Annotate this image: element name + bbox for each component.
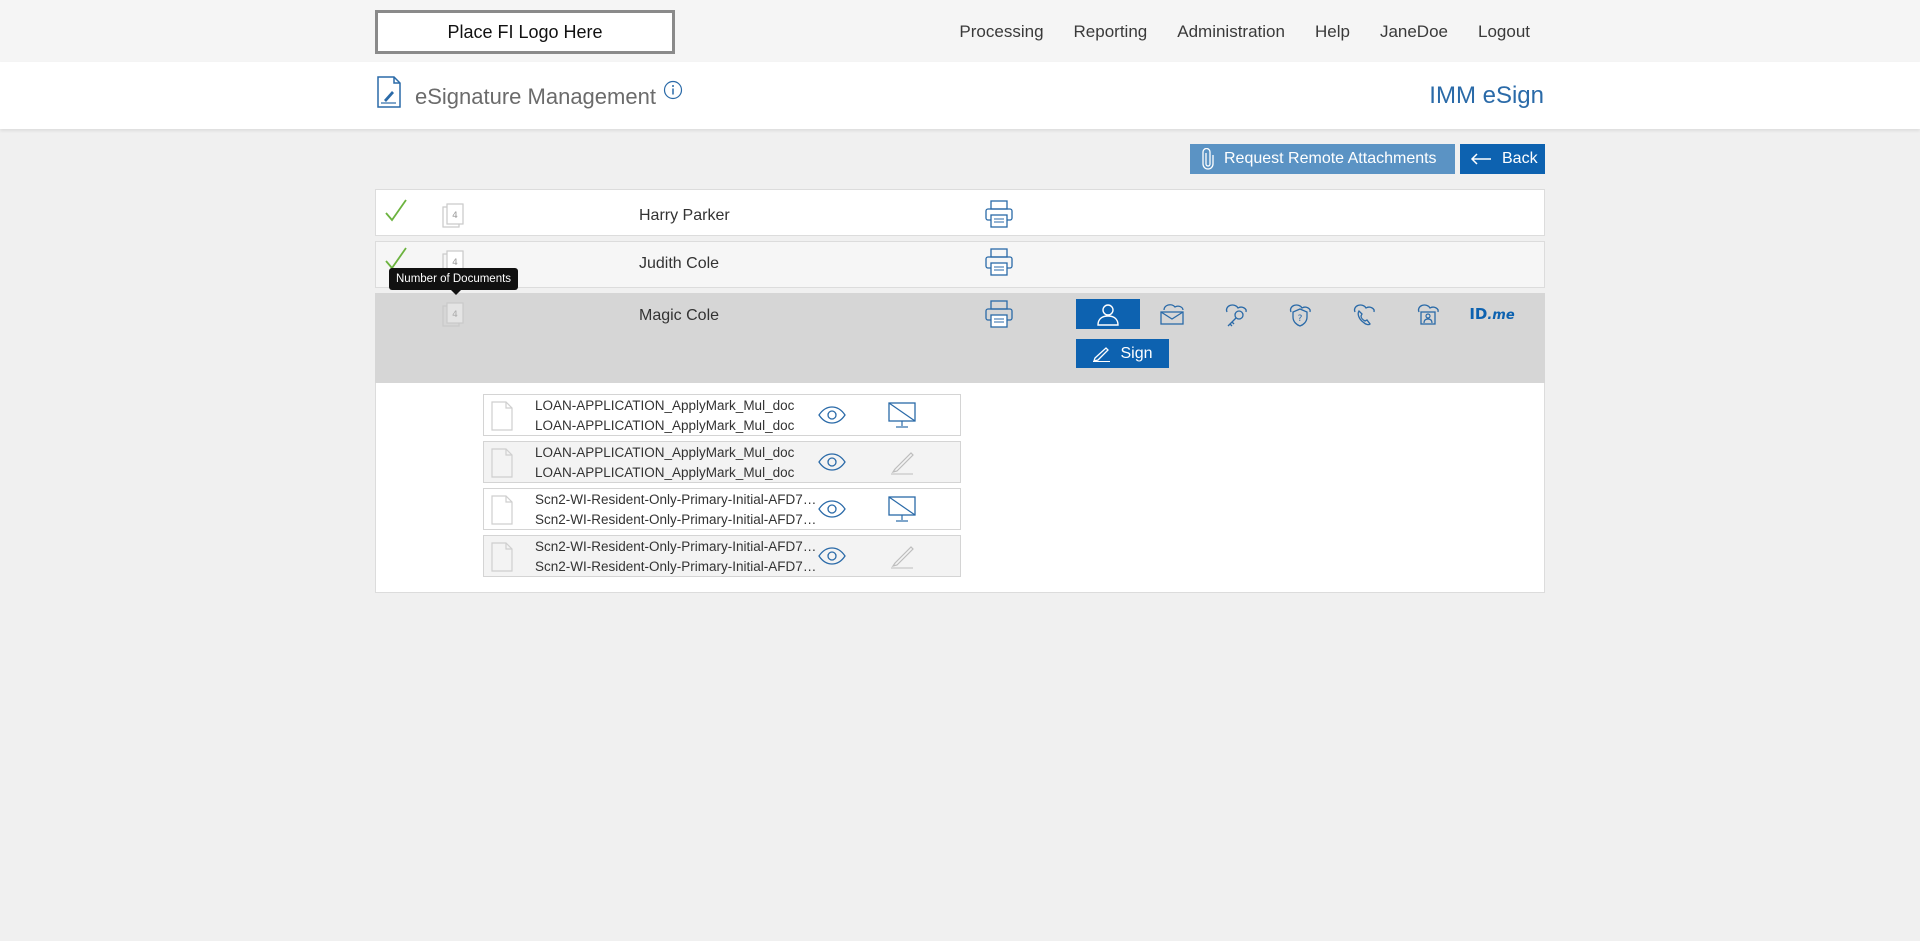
doc-count: 4: [452, 310, 458, 320]
pen-icon: [891, 546, 914, 569]
tooltip-number-of-documents: Number of Documents: [389, 268, 519, 295]
main-nav: Processing Reporting Administration Help…: [929, 22, 1530, 42]
auth-email-button[interactable]: [1140, 299, 1204, 329]
phone-icon: [1353, 304, 1375, 326]
document-name: Scn2-WI-Resident-Only-Primary-Initial-AF…: [535, 492, 823, 507]
pen-icon: [1093, 346, 1111, 362]
auth-key-button[interactable]: [1204, 299, 1268, 329]
eye-icon[interactable]: [817, 452, 847, 472]
paperclip-icon: [1202, 148, 1214, 170]
logo-placeholder: Place FI Logo Here: [375, 10, 675, 54]
email-icon: [1160, 304, 1184, 325]
document-name: LOAN-APPLICATION_ApplyMark_Mul_doc: [535, 398, 795, 413]
auth-idme-button[interactable]: ID.me: [1460, 299, 1524, 329]
back-label: Back: [1502, 150, 1538, 167]
screen-sign-icon[interactable]: [887, 400, 917, 430]
nav-reporting[interactable]: Reporting: [1074, 22, 1148, 42]
document-name-secondary: LOAN-APPLICATION_ApplyMark_Mul_doc: [535, 418, 795, 433]
sign-label: Sign: [1120, 344, 1153, 362]
document-name-secondary: LOAN-APPLICATION_ApplyMark_Mul_doc: [535, 465, 795, 480]
kiosk-icon: [1417, 304, 1439, 325]
document-row[interactable]: LOAN-APPLICATION_ApplyMark_Mul_doc LOAN-…: [483, 394, 961, 436]
back-button[interactable]: Back: [1460, 144, 1545, 174]
signer-name: Magic Cole: [639, 307, 720, 324]
attach-label: Request Remote Attachments: [1224, 150, 1437, 167]
in-person-icon: [1097, 304, 1119, 326]
page-header: eSignature Management IMM eSign: [0, 62, 1920, 129]
signer-row-active[interactable]: 4 Magic Cole ? ID.me Sign: [375, 293, 1545, 383]
documents-panel: LOAN-APPLICATION_ApplyMark_Mul_doc LOAN-…: [375, 383, 1545, 593]
file-icon: [491, 542, 513, 572]
signer-name: Harry Parker: [639, 207, 730, 224]
eye-icon[interactable]: [817, 546, 847, 566]
eye-icon[interactable]: [817, 499, 847, 519]
eye-icon[interactable]: [817, 405, 847, 425]
question-shield-icon: ?: [1289, 304, 1311, 327]
printer-icon[interactable]: [984, 248, 1014, 276]
app-name: IMM eSign: [1429, 82, 1544, 109]
arrow-left-icon: [1470, 153, 1491, 165]
sign-button[interactable]: Sign: [1076, 339, 1169, 368]
signer-name: Judith Cole: [639, 255, 720, 272]
page-title: eSignature Management: [415, 84, 656, 109]
document-count-icon[interactable]: 4: [442, 203, 466, 229]
file-icon: [491, 448, 513, 478]
signer-row[interactable]: 4 Harry Parker: [375, 189, 1545, 236]
auth-kiosk-button[interactable]: [1396, 299, 1460, 329]
key-icon: [1225, 304, 1247, 327]
auth-phone-button[interactable]: [1332, 299, 1396, 329]
idme-label-a: ID: [1469, 305, 1488, 323]
printer-icon[interactable]: [984, 200, 1014, 228]
document-row[interactable]: LOAN-APPLICATION_ApplyMark_Mul_doc LOAN-…: [483, 441, 961, 483]
document-name-secondary: Scn2-WI-Resident-Only-Primary-Initial-AF…: [535, 512, 823, 527]
top-bar: Place FI Logo Here Processing Reporting …: [0, 0, 1920, 62]
request-remote-attachments-button[interactable]: Request Remote Attachments: [1190, 144, 1455, 174]
pen-icon: [891, 452, 914, 475]
svg-text:?: ?: [1298, 314, 1303, 324]
screen-sign-icon[interactable]: [887, 494, 917, 524]
doc-count: 4: [452, 211, 458, 221]
document-name: LOAN-APPLICATION_ApplyMark_Mul_doc: [535, 445, 795, 460]
idme-label-b: .me: [1487, 308, 1515, 323]
auth-kba-button[interactable]: ?: [1268, 299, 1332, 329]
document-name: Scn2-WI-Resident-Only-Primary-Initial-AF…: [535, 539, 823, 554]
printer-icon[interactable]: [984, 300, 1014, 328]
document-name-secondary: Scn2-WI-Resident-Only-Primary-Initial-AF…: [535, 559, 823, 574]
nav-help[interactable]: Help: [1315, 22, 1350, 42]
signer-row[interactable]: 4 Judith Cole: [375, 241, 1545, 288]
esign-document-icon: [377, 76, 401, 108]
nav-processing[interactable]: Processing: [959, 22, 1043, 42]
nav-logout[interactable]: Logout: [1478, 22, 1530, 42]
file-icon: [491, 495, 513, 525]
nav-administration[interactable]: Administration: [1177, 22, 1285, 42]
file-icon: [491, 401, 513, 431]
doc-count: 4: [452, 258, 458, 268]
info-icon[interactable]: [663, 80, 683, 100]
idme-icon: ID.me: [1469, 305, 1514, 323]
document-count-icon[interactable]: 4: [442, 302, 466, 328]
nav-user[interactable]: JaneDoe: [1380, 22, 1448, 42]
document-row[interactable]: Scn2-WI-Resident-Only-Primary-Initial-AF…: [483, 535, 961, 577]
checkmark-icon: [385, 199, 407, 222]
document-row[interactable]: Scn2-WI-Resident-Only-Primary-Initial-AF…: [483, 488, 961, 530]
auth-in-person-button[interactable]: [1076, 299, 1140, 329]
